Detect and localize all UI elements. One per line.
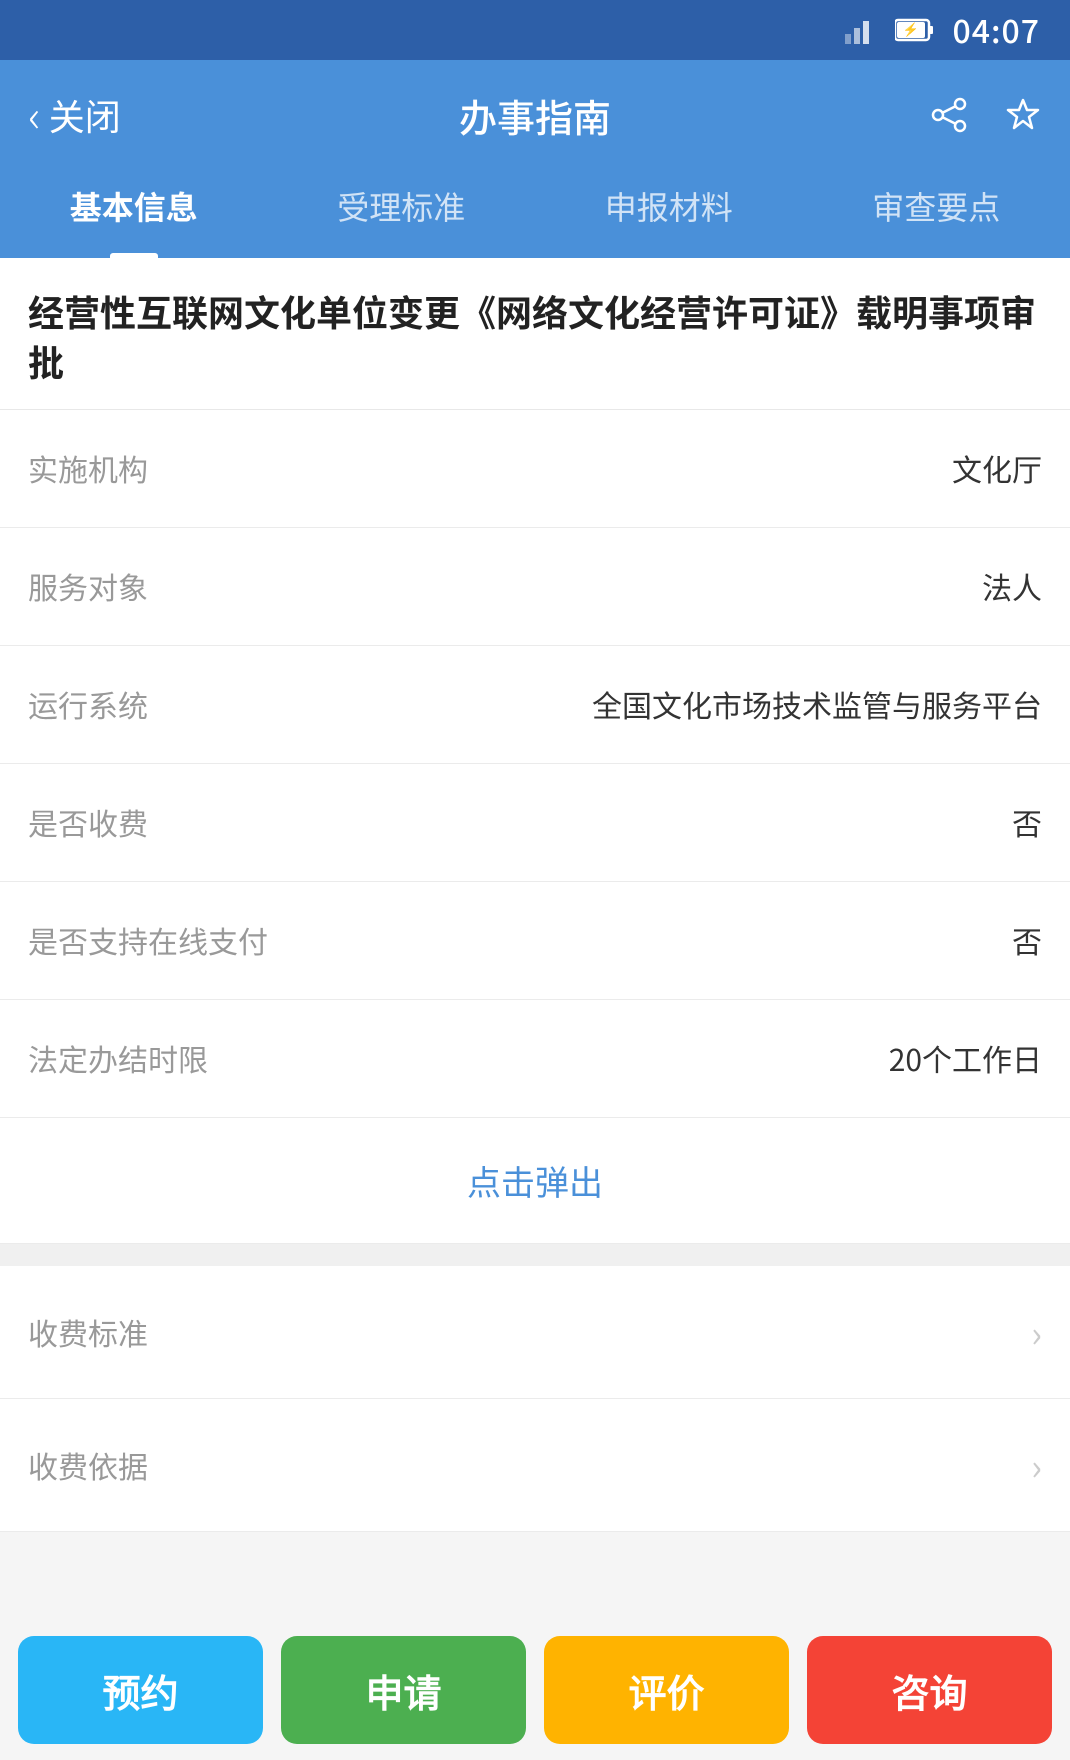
nav-actions [930,96,1042,134]
list-row-fee-basis[interactable]: 收费依据 › [0,1399,1070,1532]
info-row-system: 运行系统 全国文化市场技术监管与服务平台 [0,646,1070,764]
click-popup-link[interactable]: 点击弹出 [467,1156,603,1205]
list-section: 收费标准 › 收费依据 › [0,1266,1070,1532]
tab-bar: 基本信息 受理标准 申报材料 审查要点 [0,170,1070,258]
back-chevron-icon: ‹ [28,81,41,145]
tab-basic[interactable]: 基本信息 [0,170,268,258]
info-row-target: 服务对象 法人 [0,528,1070,646]
value-institution: 文化厅 [952,446,1042,491]
share-icon[interactable] [930,96,968,134]
page-title: 经营性互联网文化单位变更《网络文化经营许可证》载明事项审批 [28,286,1042,387]
tab-review[interactable]: 审查要点 [803,170,1070,258]
apply-button[interactable]: 申请 [281,1636,526,1744]
value-deadline: 20个工作日 [889,1036,1042,1081]
info-row-institution: 实施机构 文化厅 [0,410,1070,528]
signal-icon [845,16,877,44]
battery-icon: ⚡ [895,17,935,43]
tab-standard[interactable]: 受理标准 [268,170,536,258]
click-popup-section[interactable]: 点击弹出 [0,1118,1070,1244]
nav-title: 办事指南 [459,88,611,143]
info-row-fee: 是否收费 否 [0,764,1070,882]
value-online-pay: 否 [1012,918,1042,963]
chevron-right-icon-fee-basis: › [1031,1439,1042,1491]
gray-separator [0,1244,1070,1266]
star-icon[interactable] [1004,96,1042,134]
back-label: 关闭 [49,89,121,141]
label-system: 运行系统 [28,682,208,726]
value-system: 全国文化市场技术监管与服务平台 [592,682,1042,727]
list-label-fee-standard: 收费标准 [28,1310,148,1354]
chevron-right-icon-fee-standard: › [1031,1306,1042,1358]
label-deadline: 法定办结时限 [28,1036,208,1080]
list-row-fee-standard[interactable]: 收费标准 › [0,1266,1070,1399]
consult-button[interactable]: 咨询 [807,1636,1052,1744]
action-bar: 预约 申请 评价 咨询 [0,1620,1070,1760]
value-target: 法人 [982,564,1042,609]
svg-text:⚡: ⚡ [902,19,918,38]
info-row-online-pay: 是否支持在线支付 否 [0,882,1070,1000]
label-institution: 实施机构 [28,446,208,490]
info-section: 实施机构 文化厅 服务对象 法人 运行系统 全国文化市场技术监管与服务平台 是否… [0,410,1070,1244]
nav-back-button[interactable]: ‹ 关闭 [28,85,121,145]
status-bar: ⚡ 04:07 [0,0,1070,60]
nav-bar: ‹ 关闭 办事指南 [0,60,1070,170]
label-fee: 是否收费 [28,800,208,844]
label-target: 服务对象 [28,564,208,608]
label-online-pay: 是否支持在线支付 [28,918,268,962]
value-fee: 否 [1012,800,1042,845]
status-time: 04:07 [953,7,1041,53]
rate-button[interactable]: 评价 [544,1636,789,1744]
list-label-fee-basis: 收费依据 [28,1443,148,1487]
reserve-button[interactable]: 预约 [18,1636,263,1744]
info-row-deadline: 法定办结时限 20个工作日 [0,1000,1070,1118]
page-title-section: 经营性互联网文化单位变更《网络文化经营许可证》载明事项审批 [0,258,1070,410]
tab-materials[interactable]: 申报材料 [535,170,803,258]
